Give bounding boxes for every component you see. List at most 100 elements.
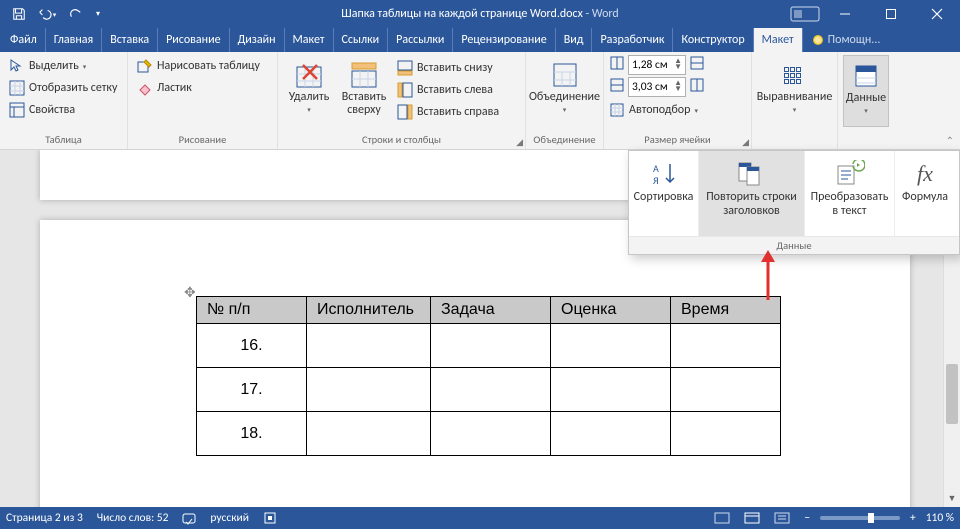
maximize-button[interactable] — [868, 0, 914, 28]
sort-button[interactable]: АЯ Сортировка — [629, 151, 699, 236]
row-height-icon — [609, 55, 625, 75]
group-drawing: Нарисовать таблицу Ластик Рисование — [128, 52, 278, 149]
redo-button[interactable] — [62, 3, 88, 25]
group-label: Строки и столбцы◢ — [283, 133, 520, 149]
tab-mailings[interactable]: Рассылки — [388, 28, 453, 52]
group-rows-columns: Удалить▾ Вставить сверху Вставить снизу … — [278, 52, 526, 149]
app-name: Word — [592, 7, 619, 21]
col-width-icon — [609, 77, 625, 97]
tab-developer[interactable]: Разработчик — [592, 28, 673, 52]
quick-access-toolbar: ▾ ▾ — [0, 0, 106, 28]
merge-button[interactable]: Объединение▾ — [529, 55, 601, 127]
word-count[interactable]: Число слов: 52 — [97, 511, 169, 525]
distribute-cols-button[interactable] — [689, 77, 705, 97]
data-panel-footer: Данные — [629, 236, 959, 254]
tab-home[interactable]: Главная — [46, 28, 102, 52]
tab-table-design[interactable]: Конструктор — [673, 28, 753, 52]
insert-left-button[interactable]: Вставить слева — [393, 79, 503, 101]
delete-button[interactable]: Удалить▾ — [283, 55, 335, 127]
focus-view-button[interactable] — [710, 509, 734, 527]
autofit-button[interactable]: Автоподбор▾ — [609, 99, 705, 121]
qat-customize-button[interactable]: ▾ — [90, 3, 106, 25]
properties-button[interactable]: Свойства — [5, 99, 121, 121]
undo-button[interactable]: ▾ — [34, 3, 60, 25]
tab-table-layout[interactable]: Макет — [754, 28, 803, 52]
table-row[interactable]: 16. — [197, 324, 781, 368]
group-label: Объединение — [531, 133, 598, 149]
group-label: Размер ячейки◢ — [609, 133, 746, 149]
table-header-cell[interactable]: Задача — [431, 297, 551, 324]
group-label: Рисование — [133, 133, 272, 149]
ribbon-tabs: Файл Главная Вставка Рисование Дизайн Ма… — [0, 28, 960, 52]
web-layout-view-button[interactable] — [770, 509, 794, 527]
language-indicator[interactable]: русский — [210, 511, 249, 525]
tab-draw[interactable]: Рисование — [158, 28, 229, 52]
group-merge: Объединение▾ Объединение — [526, 52, 604, 149]
group-label — [757, 133, 832, 149]
data-dropdown-panel: АЯ Сортировка Повторить строки заголовко… — [628, 150, 960, 255]
zoom-slider[interactable] — [820, 516, 900, 520]
zoom-in-button[interactable]: + — [906, 511, 920, 525]
convert-to-text-button[interactable]: Преобразовать в текст — [805, 151, 895, 236]
account-button[interactable] — [790, 0, 820, 28]
select-button[interactable]: Выделить▾ — [5, 55, 121, 77]
close-button[interactable] — [914, 0, 960, 28]
alignment-grid-icon — [784, 67, 806, 84]
dialog-launcher-icon[interactable]: ◢ — [516, 137, 523, 148]
data-button[interactable]: Данные▾ — [843, 55, 889, 127]
minimize-button[interactable] — [822, 0, 868, 28]
svg-text:Я: Я — [653, 174, 659, 187]
table-header-cell[interactable]: № п/п — [197, 297, 307, 324]
repeat-header-rows-button[interactable]: Повторить строки заголовков — [699, 151, 805, 236]
alignment-button[interactable]: Выравнивание▾ — [755, 55, 835, 127]
table-header-cell[interactable]: Время — [671, 297, 781, 324]
eraser-button[interactable]: Ластик — [133, 77, 264, 99]
scroll-down-button[interactable]: ▼ — [944, 490, 960, 507]
status-bar: Страница 2 из 3 Число слов: 52 русский −… — [0, 507, 960, 529]
group-data: Данные▾ — [838, 52, 894, 149]
bulb-icon — [813, 35, 823, 45]
table-header-cell[interactable]: Исполнитель — [307, 297, 431, 324]
table-row[interactable]: 18. — [197, 412, 781, 456]
document-table[interactable]: № п/п Исполнитель Задача Оценка Время 16… — [196, 296, 781, 456]
distribute-rows-button[interactable] — [689, 55, 705, 75]
tab-layout[interactable]: Макет — [285, 28, 334, 52]
table-header-row[interactable]: № п/п Исполнитель Задача Оценка Время — [197, 297, 781, 324]
save-button[interactable] — [6, 3, 32, 25]
insert-right-button[interactable]: Вставить справа — [393, 101, 503, 123]
view-gridlines-button[interactable]: Отобразить сетку — [5, 77, 121, 99]
annotation-arrow — [758, 250, 778, 300]
group-table: Выделить▾ Отобразить сетку Свойства Табл… — [0, 52, 128, 149]
formula-button[interactable]: fx Формула — [895, 151, 955, 236]
row-height-input[interactable]: 1,28 см▲▼ — [628, 55, 686, 75]
tab-references[interactable]: Ссылки — [334, 28, 389, 52]
zoom-level[interactable]: 110 % — [926, 511, 954, 525]
tab-file[interactable]: Файл — [0, 28, 46, 52]
spell-check-button[interactable] — [182, 511, 196, 525]
scroll-thumb[interactable] — [946, 364, 958, 424]
group-cell-size: 1,28 см▲▼ 3,03 см▲▼ Автоподбор▾ Размер я… — [604, 52, 752, 149]
title-bar: ▾ ▾ Шапка таблицы на каждой странице Wor… — [0, 0, 960, 28]
tab-insert[interactable]: Вставка — [102, 28, 158, 52]
tab-design[interactable]: Дизайн — [230, 28, 285, 52]
print-layout-view-button[interactable] — [740, 509, 764, 527]
group-alignment: Выравнивание▾ — [752, 52, 838, 149]
collapse-ribbon-button[interactable]: ⌃ — [946, 134, 954, 147]
macro-button[interactable] — [263, 511, 277, 525]
insert-above-button[interactable]: Вставить сверху — [338, 55, 390, 127]
table-move-handle[interactable]: ✥ — [184, 284, 196, 301]
ribbon: Выделить▾ Отобразить сетку Свойства Табл… — [0, 52, 960, 150]
tab-view[interactable]: Вид — [556, 28, 593, 52]
insert-below-button[interactable]: Вставить снизу — [393, 57, 503, 79]
col-width-input[interactable]: 3,03 см▲▼ — [628, 77, 686, 97]
doc-name: Шапка таблицы на каждой странице Word.do… — [341, 7, 583, 21]
page-indicator[interactable]: Страница 2 из 3 — [6, 511, 83, 525]
draw-table-button[interactable]: Нарисовать таблицу — [133, 55, 264, 77]
group-label — [843, 133, 889, 149]
tell-me-search[interactable]: Помощн... — [803, 28, 891, 52]
table-header-cell[interactable]: Оценка — [551, 297, 671, 324]
zoom-out-button[interactable]: − — [800, 511, 814, 525]
tab-review[interactable]: Рецензирование — [453, 28, 555, 52]
table-row[interactable]: 17. — [197, 368, 781, 412]
dialog-launcher-icon[interactable]: ◢ — [742, 137, 749, 148]
